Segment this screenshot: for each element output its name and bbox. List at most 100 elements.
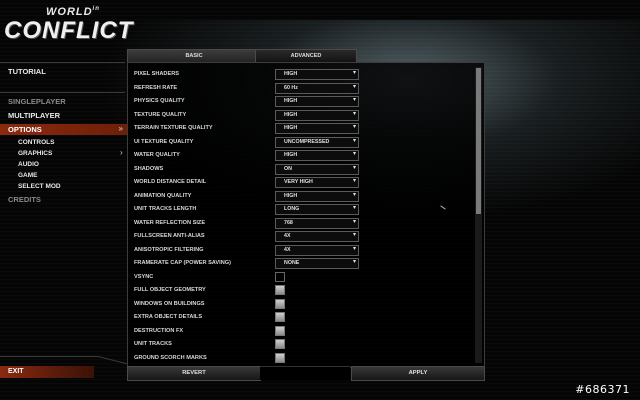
setting-dropdown[interactable]: VERY HIGH ▾ [275,177,359,188]
scrollbar-thumb[interactable] [476,68,481,214]
setting-label: WATER QUALITY [134,152,180,158]
submenu-audio[interactable]: AUDIO [18,161,39,168]
chevron-down-icon: ▾ [352,191,356,198]
setting-row: PIXEL SHADERS HIGH ▾ [128,68,468,81]
menu-divider [0,92,125,93]
setting-dropdown[interactable]: HIGH ▾ [275,150,359,161]
setting-label: GROUND SCORCH MARKS [134,354,207,361]
dropdown-value: LONG [284,206,300,212]
setting-checkbox[interactable] [275,339,285,349]
exit-button[interactable]: EXIT [0,366,94,378]
setting-row: EXTRA OBJECT DETAILS [128,311,468,324]
chevron-down-icon: ▾ [352,97,356,103]
setting-row: SHADOWS ON ▾ [128,163,468,176]
setting-checkbox[interactable] [275,271,285,282]
setting-checkbox[interactable] [275,352,285,363]
setting-dropdown[interactable]: LONG ▾ [275,204,359,215]
chevron-double-down-icon: » [118,124,123,133]
tab-basic[interactable]: BASIC [127,49,261,63]
apply-button[interactable]: APPLY [351,366,485,381]
exit-label: EXIT [8,368,24,375]
setting-label: VSYNC [134,273,154,280]
setting-label: WORLD DISTANCE DETAIL [134,179,207,185]
dropdown-value: HIGH [284,125,298,131]
setting-row: FRAMERATE CAP (POWER SAVING) NONE ▾ [128,257,468,270]
setting-label: PHYSICS QUALITY [134,98,185,104]
menu-multiplayer[interactable]: MULTIPLAYER [8,111,60,120]
menu-tutorial[interactable]: TUTORIAL [8,67,46,76]
setting-label: TEXTURE QUALITY [134,111,187,118]
menu-divider [0,356,98,357]
game-logo: WORLDin CONFLICT [4,4,134,44]
tab-advanced[interactable]: ADVANCED [255,49,357,63]
setting-label: WINDOWS ON BUILDINGS [134,300,205,307]
setting-dropdown[interactable]: HIGH ▾ [275,190,359,202]
submenu-graphics[interactable]: GRAPHICS [18,150,52,157]
chevron-down-icon: ▾ [352,259,356,265]
submenu-controls[interactable]: CONTROLS [18,139,54,146]
setting-label: UNIT TRACKS [134,341,172,347]
setting-row: WORLD DISTANCE DETAIL VERY HIGH ▾ [128,176,468,189]
setting-row: DESTRUCTION FX [128,325,468,338]
setting-label: REFRESH RATE [134,84,178,91]
submenu-select-mod[interactable]: SELECT MOD [18,183,61,190]
submenu-game[interactable]: GAME [18,172,38,179]
dropdown-value: HIGH [284,98,298,104]
menu-options[interactable]: OPTIONS » [0,124,127,135]
chevron-down-icon: ▾ [352,110,356,117]
chevron-down-icon: ▾ [352,245,356,252]
menu-singleplayer[interactable]: SINGLEPLAYER [8,97,66,106]
logo-in-text: in [92,6,100,12]
chevron-down-icon: ▾ [352,83,356,90]
dropdown-value: HIGH [284,192,298,199]
chevron-down-icon: ▾ [352,151,356,157]
setting-row: FULL OBJECT GEOMETRY [128,284,468,297]
setting-label: TERRAIN TEXTURE QUALITY [134,125,213,131]
setting-dropdown[interactable]: 768 ▾ [275,217,359,229]
setting-row: WINDOWS ON BUILDINGS [128,298,468,311]
setting-row: VSYNC [128,271,468,284]
setting-row: WATER QUALITY HIGH ▾ [128,149,468,162]
setting-dropdown[interactable]: HIGH ▾ [275,69,359,80]
setting-checkbox[interactable] [275,325,285,336]
setting-dropdown[interactable]: UNCOMPRESSED ▾ [275,136,359,148]
dropdown-value: 768 [284,219,293,226]
setting-dropdown[interactable]: 4X ▾ [275,231,359,242]
menu-options-label: OPTIONS [8,125,42,134]
setting-label: UI TEXTURE QUALITY [134,138,194,145]
dropdown-value: HIGH [284,71,298,77]
setting-checkbox[interactable] [275,285,285,295]
chevron-down-icon: ▾ [352,205,356,211]
setting-dropdown[interactable]: HIGH ▾ [275,96,359,107]
menu-divider [97,356,130,365]
graphics-settings-panel: PIXEL SHADERS HIGH ▾ REFRESH RATE 60 Hz ▾ PHYS… [127,62,485,368]
setting-checkbox[interactable] [275,312,285,322]
dropdown-value: VERY HIGH [284,179,313,185]
setting-label: ANIMATION QUALITY [134,192,192,199]
setting-row: UNIT TRACKS [128,338,468,351]
setting-row: ANIMATION QUALITY HIGH ▾ [128,190,468,203]
dropdown-value: HIGH [284,152,298,158]
setting-row: FULLSCREEN ANTI-ALIAS 4X ▾ [128,230,468,243]
setting-row: REFRESH RATE 60 Hz ▾ [128,82,468,95]
dropdown-value: 4X [284,233,291,239]
setting-dropdown[interactable]: NONE ▾ [275,258,359,269]
dropdown-value: UNCOMPRESSED [284,138,330,145]
setting-label: DESTRUCTION FX [134,327,184,334]
setting-row: PHYSICS QUALITY HIGH ▾ [128,95,468,108]
setting-label: ANISOTROPIC FILTERING [134,246,204,253]
chevron-down-icon: ▾ [352,124,356,130]
dropdown-value: 60 Hz [284,84,298,91]
setting-dropdown[interactable]: ON ▾ [275,163,359,175]
dropdown-value: ON [284,165,292,172]
setting-dropdown[interactable]: 4X ▾ [275,244,359,256]
setting-checkbox[interactable] [275,298,285,309]
setting-dropdown[interactable]: 60 Hz ▾ [275,82,359,94]
setting-dropdown[interactable]: HIGH ▾ [275,123,359,134]
menu-credits[interactable]: CREDITS [8,195,41,204]
setting-row: ANISOTROPIC FILTERING 4X ▾ [128,244,468,257]
setting-dropdown[interactable]: HIGH ▾ [275,109,359,121]
setting-label: FULL OBJECT GEOMETRY [134,287,206,293]
revert-button[interactable]: REVERT [127,366,261,381]
logo-main-text: CONFLICT [4,17,134,44]
